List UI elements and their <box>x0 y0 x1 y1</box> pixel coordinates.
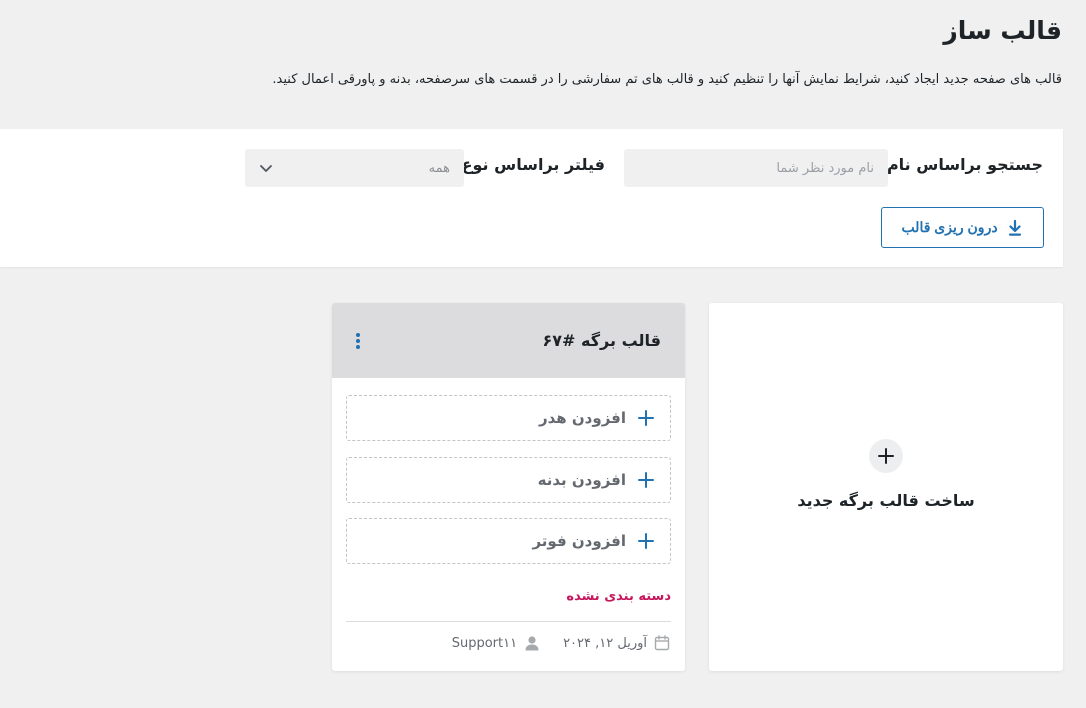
plus-icon <box>869 438 903 473</box>
add-footer-label: افزودن فوتر <box>532 532 626 550</box>
create-template-label: ساخت قالب برگه جدید <box>797 490 975 510</box>
template-date-value: آوریل ۱۲, ۲۰۲۴ <box>563 635 647 651</box>
chevron-down-icon <box>259 161 273 175</box>
plus-icon <box>638 533 654 549</box>
search-label: جستجو براساس نام <box>886 155 1043 174</box>
template-author: Support۱۱ <box>452 634 541 652</box>
add-body-label: افزودن بدنه <box>537 471 626 489</box>
template-card: قالب برگه #۶۷ افزودن هدر افزودن بدنه افز… <box>332 303 685 671</box>
type-filter-select[interactable]: همه <box>245 149 464 187</box>
add-body-slot[interactable]: افزودن بدنه <box>346 457 671 503</box>
add-header-label: افزودن هدر <box>538 409 626 427</box>
divider <box>346 621 671 622</box>
page-description: قالب های صفحه جدید ایجاد کنید، شرایط نما… <box>272 72 1062 87</box>
search-input[interactable] <box>624 149 888 187</box>
calendar-icon <box>653 634 671 652</box>
add-header-slot[interactable]: افزودن هدر <box>346 395 671 441</box>
plus-icon <box>638 410 654 426</box>
import-template-button[interactable]: درون ریزی قالب <box>881 207 1044 248</box>
template-card-header: قالب برگه #۶۷ <box>332 303 685 378</box>
import-button-label: درون ریزی قالب <box>901 219 998 235</box>
plus-icon <box>638 472 654 488</box>
create-template-card[interactable]: ساخت قالب برگه جدید <box>709 303 1063 671</box>
template-meta: آوریل ۱۲, ۲۰۲۴ Support۱۱ <box>346 634 671 652</box>
more-options-icon[interactable] <box>352 331 364 351</box>
template-date: آوریل ۱۲, ۲۰۲۴ <box>563 634 671 652</box>
type-filter-value: همه <box>428 160 450 176</box>
user-icon <box>523 634 541 652</box>
template-title[interactable]: قالب برگه #۶۷ <box>543 331 661 350</box>
add-footer-slot[interactable]: افزودن فوتر <box>346 518 671 564</box>
download-icon <box>1006 219 1024 237</box>
category-link[interactable]: دسته بندی نشده <box>566 589 671 604</box>
filter-panel: جستجو براساس نام فیلتر براساس نوع همه در… <box>0 129 1063 267</box>
template-author-value: Support۱۱ <box>451 635 518 651</box>
page-title: قالب ساز <box>943 16 1062 45</box>
type-filter-label: فیلتر براساس نوع <box>461 155 605 174</box>
